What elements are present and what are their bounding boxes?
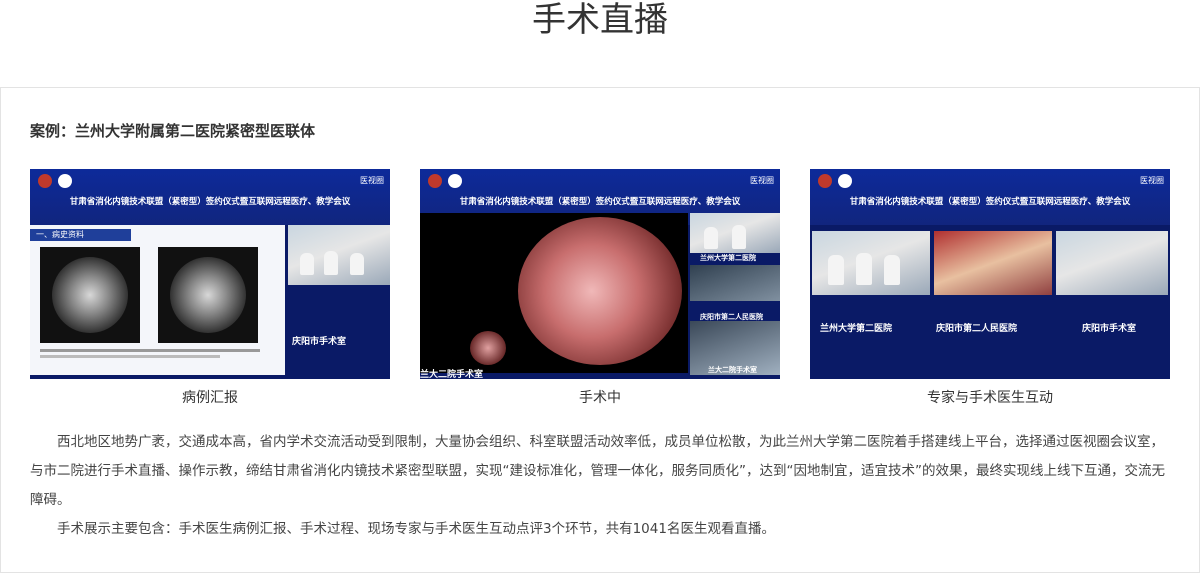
caption-case-report: 病例汇报 (182, 390, 238, 406)
screen-banner: 甘肃省消化内镜技术联盟（紧密型）签约仪式暨互联网远程医疗、教学会议 (849, 197, 1131, 207)
video-tile (1056, 231, 1168, 295)
ct-scan-image (158, 247, 258, 343)
case-panel: 案例：兰州大学附属第二医院紧密型医联体 医视圈 甘肃省消化内镜技术联盟（紧密型）… (0, 87, 1200, 573)
hospital-logo-icon (818, 174, 832, 188)
video-tile (690, 265, 780, 301)
caption-expert-interaction: 专家与手术医生互动 (927, 390, 1053, 406)
video-tile (690, 213, 780, 253)
video-tile (812, 231, 930, 295)
location-tag: 兰大二院手术室 (708, 365, 757, 374)
screen-banner: 甘肃省消化内镜技术联盟（紧密型）签约仪式暨互联网远程医疗、教学会议 (459, 197, 741, 207)
location-tag: 兰大二院手术室 (420, 370, 484, 379)
caption-surgery: 手术中 (579, 390, 621, 406)
location-tag: 庆阳市第二人民医院 (936, 324, 1018, 334)
hospital-logo-icon (38, 174, 52, 188)
brand-logo: 医视圈 (750, 175, 774, 186)
description-paragraph: 西北地区地势广袤，交通成本高，省内学术交流活动受到限制，大量协会组织、科室联盟活… (30, 434, 1165, 508)
location-tag: 兰州大学第二医院 (820, 324, 893, 334)
location-tag: 庆阳市手术室 (292, 337, 347, 347)
brand-logo: 医视圈 (1140, 175, 1164, 186)
video-tile (934, 231, 1052, 295)
slide-area: 一、病史资料 (30, 225, 285, 375)
screen-banner: 甘肃省消化内镜技术联盟（紧密型）签约仪式暨互联网远程医疗、教学会议 (69, 197, 351, 207)
description-paragraph: 手术展示主要包含：手术医生病例汇报、手术过程、现场专家与手术医生互动点评3个环节… (57, 521, 775, 537)
case-title: 案例：兰州大学附属第二医院紧密型医联体 (30, 122, 316, 140)
hospital-logo-icon (428, 174, 442, 188)
expert-interaction-image[interactable]: 医视圈 甘肃省消化内镜技术联盟（紧密型）签约仪式暨互联网远程医疗、教学会议 兰州… (810, 169, 1170, 379)
brand-logo: 医视圈 (360, 175, 384, 186)
surgery-image[interactable]: 医视圈 甘肃省消化内镜技术联盟（紧密型）签约仪式暨互联网远程医疗、教学会议 兰大… (420, 169, 780, 379)
endoscope-thumb (470, 331, 506, 365)
alliance-logo-icon (448, 174, 462, 188)
page-title: 手术直播 (532, 0, 668, 40)
description: 西北地区地势广袤，交通成本高，省内学术交流活动受到限制，大量协会组织、科室联盟活… (30, 428, 1172, 544)
alliance-logo-icon (838, 174, 852, 188)
endoscope-view (518, 217, 682, 365)
ct-scan-image (40, 247, 140, 343)
slide-heading: 一、病史资料 (30, 229, 131, 241)
conference-room-photo (288, 225, 390, 285)
case-report-image[interactable]: 医视圈 甘肃省消化内镜技术联盟（紧密型）签约仪式暨互联网远程医疗、教学会议 一、… (30, 169, 390, 379)
location-tag: 庆阳市手术室 (1082, 324, 1137, 334)
alliance-logo-icon (58, 174, 72, 188)
endoscope-feed (420, 213, 688, 373)
location-tag: 兰州大学第二医院 (700, 253, 756, 262)
